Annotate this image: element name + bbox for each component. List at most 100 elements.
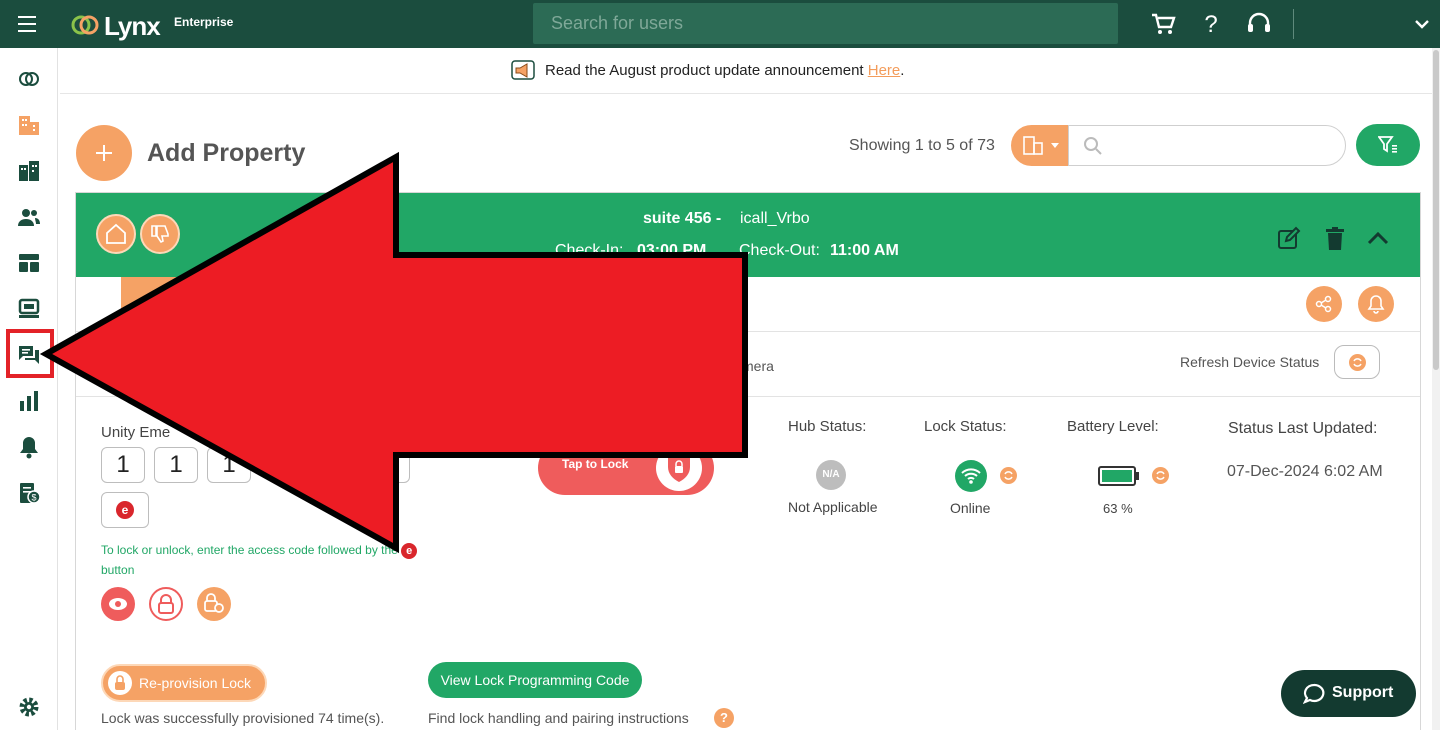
sidebar-item-dashboard[interactable] — [10, 246, 48, 280]
provision-note: Lock was successfully provisioned 74 tim… — [101, 710, 385, 726]
wifi-icon — [955, 460, 987, 492]
help-icon[interactable]: ? — [1197, 10, 1225, 38]
sidebar-item-reports[interactable] — [10, 384, 48, 418]
checkout-label: Check-Out: — [739, 242, 820, 259]
battery-icon — [1098, 466, 1136, 486]
building-dropdown-icon — [1023, 136, 1059, 155]
cart-icon[interactable] — [1149, 10, 1177, 38]
battery-tip — [1136, 472, 1139, 480]
code-digit-2[interactable]: 1 — [154, 447, 198, 483]
hint-e-icon: e — [401, 542, 418, 559]
billing-icon: $ — [20, 483, 41, 504]
brand-name: Lynx — [104, 11, 161, 41]
sidebar-item-home[interactable] — [10, 62, 48, 96]
property-search-input[interactable] — [1068, 125, 1346, 166]
refresh-device-status-label: Refresh Device Status — [1180, 354, 1320, 370]
sidebar-item-devices[interactable] — [10, 292, 48, 326]
checkout-time: 11:00 AM — [830, 242, 899, 259]
property-card: suite 456 - icall_Vrbo Check-In: 03:00 P… — [75, 192, 1421, 730]
brand-logo[interactable]: Lynx Enterprise — [70, 8, 233, 42]
notifications-icon — [20, 437, 38, 459]
house-icon — [106, 223, 126, 244]
buildings-icon — [19, 161, 39, 181]
sidebar-item-properties[interactable] — [10, 108, 48, 142]
lock-code-hint-text: To lock or unlock, enter the access code… — [101, 543, 398, 557]
svg-text:?: ? — [1204, 11, 1217, 38]
support-headset-icon[interactable] — [1245, 10, 1273, 38]
search-icon — [1084, 137, 1102, 155]
sidebar-item-messages[interactable] — [10, 338, 48, 372]
lock-button[interactable] — [149, 587, 183, 621]
sidebar: $ — [0, 48, 58, 730]
announcement-suffix: . — [900, 62, 905, 79]
scrollbar-thumb[interactable] — [1433, 50, 1439, 370]
collapse-chevron-icon[interactable] — [1365, 226, 1391, 252]
sidebar-item-billing[interactable]: $ — [10, 476, 48, 510]
sidebar-item-notifications[interactable] — [10, 430, 48, 464]
top-bar: Lynx Enterprise ? — [0, 0, 1440, 48]
lock-search-icon — [204, 593, 224, 613]
user-search-input[interactable] — [533, 3, 1118, 44]
sidebar-item-settings[interactable] — [10, 690, 48, 724]
padlock-icon — [158, 594, 174, 614]
top-divider — [1293, 9, 1294, 39]
reprovision-lock-button[interactable]: Re-provision Lock — [101, 664, 267, 702]
view-lock-programming-code-button[interactable]: View Lock Programming Code — [428, 662, 642, 698]
delete-icon[interactable] — [1322, 226, 1348, 252]
announcement-link[interactable]: Here — [868, 62, 901, 79]
tap-to-lock-knob — [656, 445, 702, 491]
add-property-label[interactable]: Add Property — [147, 139, 305, 168]
users-icon — [18, 209, 40, 226]
reprovision-lock-label: Re-provision Lock — [139, 675, 252, 691]
pairing-help-icon[interactable]: ? — [714, 708, 734, 728]
battery-fill — [1102, 470, 1132, 482]
refresh-device-status-button[interactable] — [1334, 345, 1380, 379]
hub-status-badge: N/A — [816, 460, 846, 490]
lock-history-button[interactable] — [197, 587, 231, 621]
sidebar-item-users[interactable] — [10, 200, 48, 234]
alerts-button[interactable] — [1358, 286, 1394, 322]
battery-refresh-icon[interactable] — [1152, 467, 1169, 484]
view-code-button[interactable] — [101, 587, 135, 621]
tab-camera[interactable]: mera — [742, 358, 774, 374]
announcement-bar: Read the August product update announcem… — [60, 48, 1438, 94]
filter-button[interactable] — [1356, 124, 1420, 166]
share-button[interactable] — [1306, 286, 1342, 322]
support-label: Support — [1332, 684, 1394, 701]
settings-icon — [19, 697, 39, 717]
support-button[interactable]: Support — [1281, 670, 1416, 717]
menu-icon[interactable] — [14, 14, 42, 34]
edit-icon[interactable] — [1276, 226, 1302, 252]
bell-icon — [1367, 295, 1385, 314]
devices-icon — [18, 298, 40, 318]
lock-status-refresh-icon[interactable] — [1000, 467, 1017, 484]
dashboard-icon — [19, 254, 39, 272]
code-digit-3[interactable]: 1 — [207, 447, 251, 483]
announcement-text: Read the August product update announcem… — [545, 62, 904, 79]
property-card-header[interactable]: suite 456 - icall_Vrbo Check-In: 03:00 P… — [76, 193, 1420, 277]
code-digit-1[interactable]: 1 — [101, 447, 145, 483]
tap-to-lock-toggle[interactable]: Tap to Lock — [538, 441, 714, 495]
property-home-badge[interactable] — [96, 214, 136, 254]
pagination-summary: Showing 1 to 5 of 73 — [849, 137, 995, 154]
property-rating-badge[interactable] — [140, 214, 180, 254]
hub-status-label: Hub Status: — [788, 418, 867, 435]
lock-status-label: Lock Status: — [924, 418, 1007, 435]
chevron-down-icon[interactable] — [1412, 14, 1432, 34]
sidebar-item-buildings[interactable] — [10, 154, 48, 188]
add-property-button[interactable] — [76, 125, 132, 181]
property-type-dropdown[interactable] — [1011, 125, 1069, 166]
thumbs-down-icon — [151, 225, 169, 244]
battery-level-value: 63 % — [1103, 501, 1133, 516]
lock-code-hint-end: button — [101, 563, 135, 577]
checkin-label: Check-In: — [555, 242, 624, 259]
property-subheader — [76, 277, 1420, 332]
property-subtab[interactable] — [121, 277, 241, 317]
tap-to-lock-label: Tap to Lock — [562, 457, 629, 471]
unity-emergency-label: Unity Eme — [101, 424, 171, 441]
page-scrollbar[interactable] — [1432, 48, 1440, 730]
device-tabs: mera Refresh Device Status — [76, 332, 1420, 397]
filter-icon — [1378, 136, 1397, 153]
code-digit-4[interactable] — [366, 447, 410, 483]
enter-code-button[interactable]: e — [101, 492, 149, 528]
